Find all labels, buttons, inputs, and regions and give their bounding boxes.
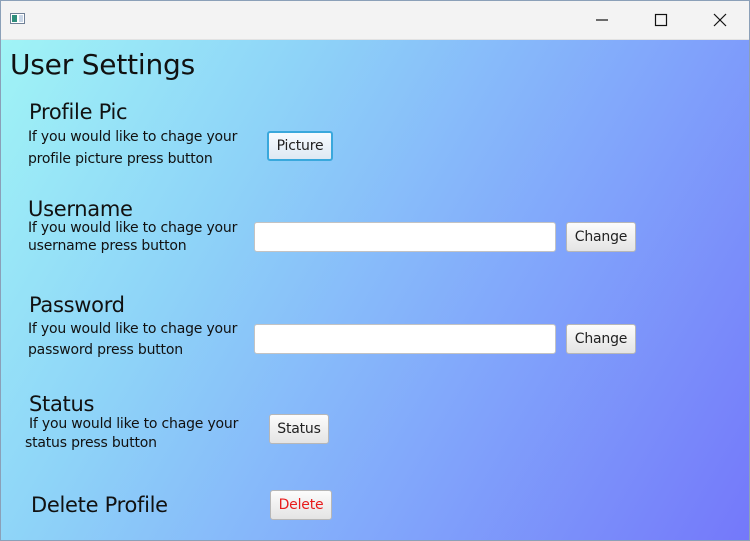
maximize-icon [654,13,668,27]
settings-panel: User Settings Profile Pic If you would l… [1,40,749,540]
password-change-button[interactable]: Change [566,324,636,354]
status-button[interactable]: Status [269,414,329,444]
password-description: If you would like to chage your password… [28,319,237,361]
username-change-button[interactable]: Change [566,222,636,252]
page-title: User Settings [10,48,195,81]
maximize-button[interactable] [632,1,690,39]
title-bar[interactable] [1,1,749,40]
app-window: User Settings Profile Pic If you would l… [0,0,750,541]
username-description: If you would like to chage your username… [28,219,237,255]
delete-button[interactable]: Delete [270,490,332,520]
app-icon [10,13,25,24]
status-desc-line2: status press button [25,435,157,451]
close-button[interactable] [691,1,749,39]
profile-pic-desc-line2: profile picture press button [28,151,213,167]
password-desc-line2: password press button [28,342,183,358]
password-title: Password [29,293,125,317]
username-input[interactable] [254,222,556,252]
close-icon [713,13,727,27]
profile-pic-desc-line1: If you would like to chage your [28,129,238,145]
minimize-icon [596,19,608,21]
username-desc-line1: If you would like to chage your [28,220,238,236]
status-description: If you would like to chage your status p… [25,415,238,453]
password-desc-line1: If you would like to chage your [28,321,238,337]
delete-profile-title: Delete Profile [31,493,168,517]
password-input[interactable] [254,324,556,354]
profile-pic-title: Profile Pic [29,100,128,124]
profile-pic-description: If you would like to chage your profile … [28,127,237,170]
status-title: Status [29,392,95,416]
username-title: Username [28,197,133,221]
picture-button[interactable]: Picture [267,131,333,161]
status-desc-line1: If you would like to chage your [29,416,239,432]
minimize-button[interactable] [573,1,631,39]
username-desc-line2: username press button [28,238,187,254]
